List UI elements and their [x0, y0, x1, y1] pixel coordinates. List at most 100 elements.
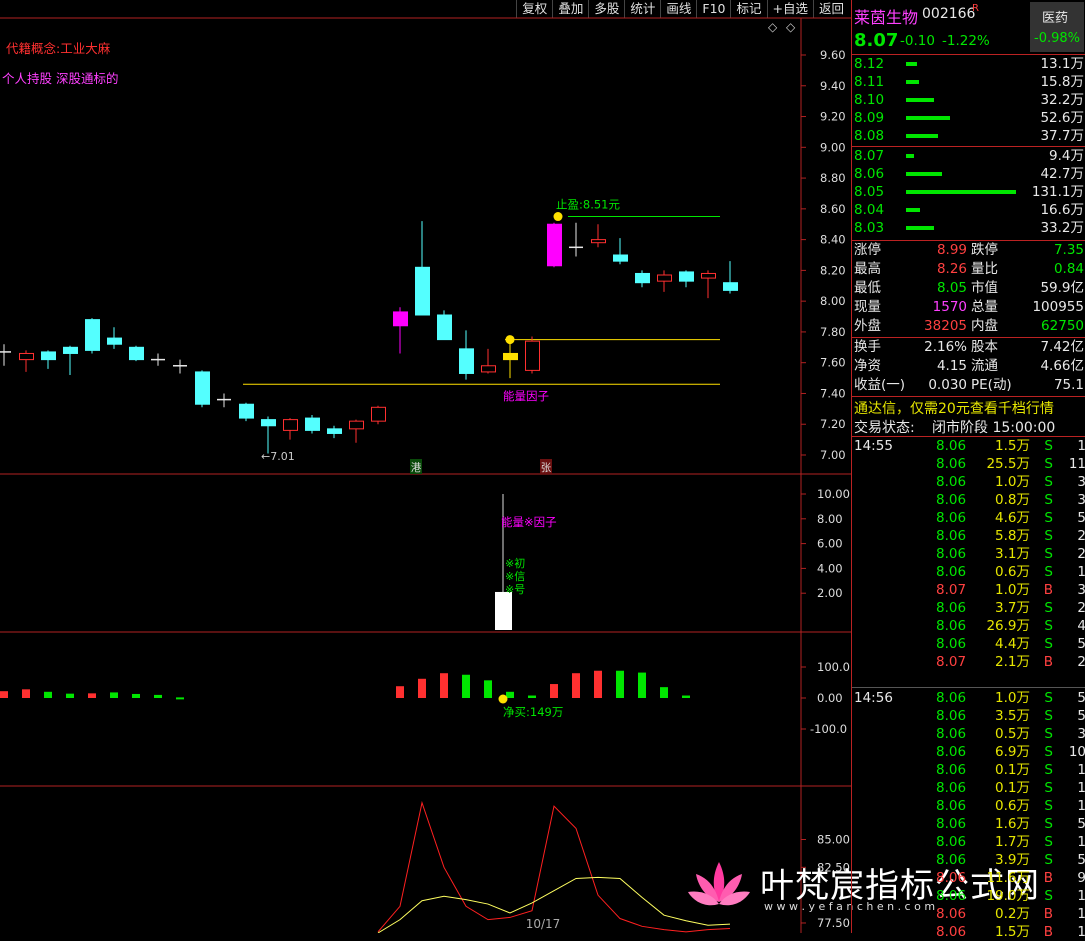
bid-row[interactable]: 8.04 16.6万 — [852, 201, 1085, 219]
stat-value: 75.1 — [1053, 377, 1084, 393]
tick-row[interactable]: 8.06 1.6万 S 5 — [852, 815, 1085, 833]
tick-price: 8.06 — [936, 510, 967, 526]
tick-row[interactable]: 8.07 1.0万 B 3 — [852, 581, 1085, 599]
candle-body — [327, 428, 342, 434]
tick-row[interactable]: 8.06 0.2万 B 1 — [852, 905, 1085, 923]
stat-row[interactable]: 收益(一) 0.030 PE(动) 75.1 — [852, 376, 1085, 394]
tick-row[interactable]: 8.06 26.9万 S 4 — [852, 617, 1085, 635]
tick-volume: 4.4万 — [995, 636, 1030, 652]
tick-row[interactable]: 8.06 0.1万 S 1 — [852, 761, 1085, 779]
tick-row[interactable]: 8.07 2.1万 B 2 — [852, 653, 1085, 671]
tick-row[interactable]: 8.06 3.5万 S 5 — [852, 707, 1085, 725]
stat-label: 外盘 — [854, 318, 881, 334]
tick-row[interactable]: 8.06 0.1万 S 1 — [852, 779, 1085, 797]
tick-row[interactable]: 8.06 0.8万 S 3 — [852, 491, 1085, 509]
tick-time: 14:55 — [854, 438, 893, 454]
stat-row[interactable]: 净资 4.15 流通 4.66亿 — [852, 357, 1085, 375]
tick-count: 10 — [1068, 744, 1085, 760]
ind1-axis-label: 2.00 — [817, 586, 843, 600]
ask-row[interactable]: 8.09 52.6万 — [852, 109, 1085, 127]
tick-price: 8.06 — [936, 780, 967, 796]
stat-row[interactable]: 最高 8.26 量比 0.84 — [852, 260, 1085, 278]
bid-row[interactable]: 8.07 9.4万 — [852, 147, 1085, 165]
tick-row[interactable]: 8.06 0.6万 S 1 — [852, 797, 1085, 815]
tick-price: 8.07 — [936, 582, 967, 598]
tick-row[interactable]: 8.06 3.7万 S 2 — [852, 599, 1085, 617]
tick-row[interactable]: 8.06 25.5万 S 11 — [852, 455, 1085, 473]
candle-body — [415, 266, 430, 316]
bid-row[interactable]: 8.03 33.2万 — [852, 219, 1085, 237]
stat-value: 8.05 — [936, 280, 967, 296]
price-axis-label: 9.20 — [820, 110, 846, 124]
flow-bar — [176, 697, 184, 700]
candle-body — [63, 346, 78, 354]
tick-row[interactable]: 8.06 0.6万 S 1 — [852, 563, 1085, 581]
ask-row[interactable]: 8.11 15.8万 — [852, 73, 1085, 91]
flow-bar — [550, 684, 558, 698]
tick-row[interactable]: 14:56 8.06 1.0万 S 5 — [852, 689, 1085, 707]
stock-name[interactable]: 莱茵生物 — [854, 4, 918, 28]
tick-row[interactable]: 14:55 8.06 1.5万 S 1 — [852, 437, 1085, 455]
tick-row[interactable]: 8.06 1.7万 S 1 — [852, 833, 1085, 851]
holders-label: 个人持股 深股通标的 — [2, 71, 119, 86]
stat-label: 最高 — [854, 261, 881, 277]
tick-row[interactable]: 8.06 0.5万 S 3 — [852, 725, 1085, 743]
kline-chart[interactable]: 9.60 9.40 9.20 9.00 8.80 8.60 8.40 8.20 8.00 7.80… — [0, 0, 851, 933]
stat-row[interactable]: 现量 1570 总量 100955 — [852, 298, 1085, 316]
bid-row[interactable]: 8.06 42.7万 — [852, 165, 1085, 183]
candle-body — [371, 406, 386, 422]
ask-row[interactable]: 8.08 37.7万 — [852, 127, 1085, 145]
zhang-badge: 张 — [541, 462, 552, 474]
tick-volume: 3.9万 — [995, 852, 1030, 868]
tick-side: B — [1043, 582, 1053, 598]
flow-bar — [440, 673, 448, 698]
sector-box[interactable]: 医药 -0.98% — [1030, 2, 1084, 52]
candle-body — [261, 419, 276, 427]
tick-row[interactable]: 8.06 3.1万 S 2 — [852, 545, 1085, 563]
diamond-icon[interactable]: ◇ — [768, 20, 777, 34]
flow-bar — [638, 672, 646, 698]
tick-count: 1 — [1077, 834, 1085, 850]
tick-volume: 0.6万 — [995, 564, 1030, 580]
tick-row[interactable]: 8.06 1.5万 B 1 — [852, 923, 1085, 941]
ind1-axis-label: 10.00 — [817, 487, 850, 501]
tick-row[interactable]: 8.06 5.8万 S 2 — [852, 527, 1085, 545]
signal-text-2: ※信 — [505, 570, 525, 583]
tick-row[interactable]: 8.06 11.6万 B 9 — [852, 869, 1085, 887]
tick-row[interactable]: 8.06 6.9万 S 10 — [852, 743, 1085, 761]
tick-side: S — [1044, 636, 1053, 652]
tick-volume: 26.9万 — [986, 618, 1030, 634]
page-indicator: 10/17 — [526, 917, 561, 931]
price-axis-label: 7.60 — [820, 356, 846, 370]
tick-count: 3 — [1077, 582, 1085, 598]
flow-bar — [44, 691, 52, 698]
tick-price: 8.06 — [936, 744, 967, 760]
tick-row[interactable]: 8.06 19.0万 S 1 — [852, 887, 1085, 905]
tick-side: S — [1044, 690, 1053, 706]
tick-price: 8.06 — [936, 870, 967, 886]
tick-price: 8.06 — [936, 474, 967, 490]
tick-row[interactable]: 8.06 1.0万 S 3 — [852, 473, 1085, 491]
ask-volume-bar — [906, 116, 950, 120]
ask-row[interactable]: 8.10 32.2万 — [852, 91, 1085, 109]
divider — [852, 396, 1085, 397]
diamond-icon-2[interactable]: ◇ — [786, 20, 795, 34]
tick-count: 2 — [1077, 528, 1085, 544]
flow-bar — [660, 687, 668, 698]
promo-link[interactable]: 通达信，仅需20元查看千档行情 — [854, 398, 1054, 418]
tick-side: S — [1044, 618, 1053, 634]
tick-side: B — [1043, 906, 1053, 922]
ask-row[interactable]: 8.12 13.1万 — [852, 55, 1085, 73]
stat-row[interactable]: 换手 2.16% 股本 7.42亿 — [852, 338, 1085, 356]
stat-row[interactable]: 外盘 38205 内盘 62750 — [852, 317, 1085, 335]
tick-row[interactable]: 8.06 3.9万 S 5 — [852, 851, 1085, 869]
tick-row[interactable]: 8.06 4.6万 S 5 — [852, 509, 1085, 527]
tick-price: 8.06 — [936, 618, 967, 634]
tick-row[interactable]: 8.06 4.4万 S 5 — [852, 635, 1085, 653]
stat-row[interactable]: 涨停 8.99 跌停 7.35 — [852, 241, 1085, 259]
stat-label: 换手 — [854, 339, 881, 355]
stat-row[interactable]: 最低 8.05 市值 59.9亿 — [852, 279, 1085, 297]
bid-volume: 9.4万 — [1049, 148, 1084, 164]
tick-count: 1 — [1077, 438, 1085, 454]
bid-row[interactable]: 8.05 131.1万 — [852, 183, 1085, 201]
